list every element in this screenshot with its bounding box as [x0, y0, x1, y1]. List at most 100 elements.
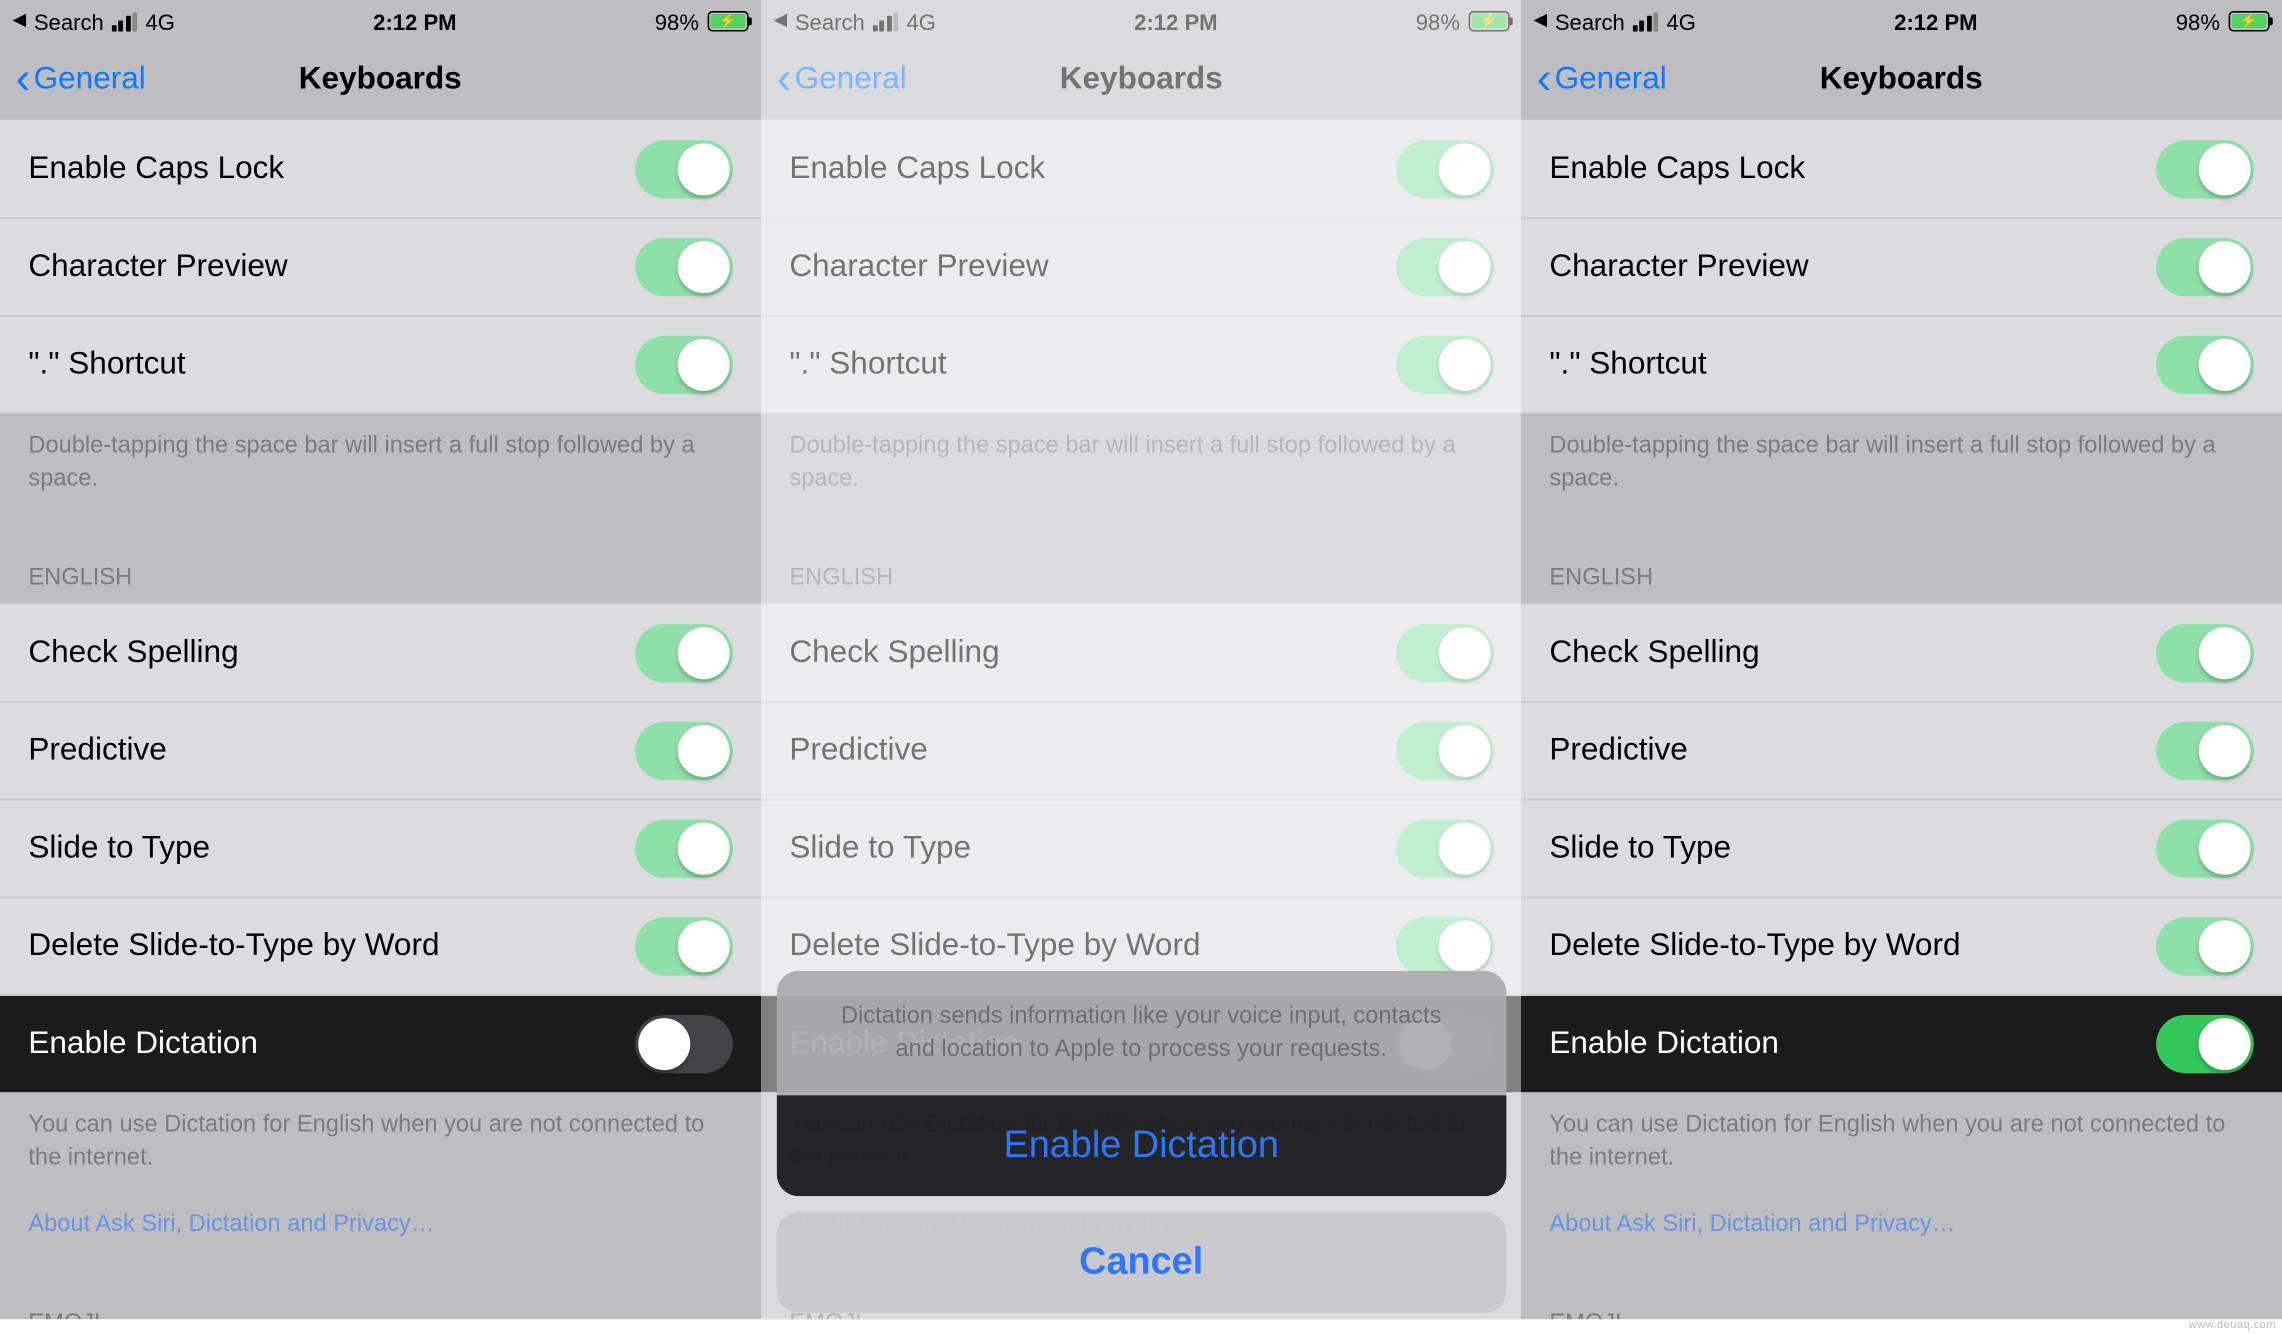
setting-label: Slide to Type: [789, 831, 971, 867]
back-to-app-label[interactable]: Search: [794, 9, 864, 34]
phone-screen: ◀ Search 4G 2:12 PM 98% ⚡ ‹ General Keyb…: [0, 0, 760, 1319]
setting-row-caps_lock[interactable]: Enable Caps Lock: [1521, 120, 2281, 218]
setting-label: Character Preview: [28, 249, 287, 285]
section-header-emoji: EMOJI: [0, 1275, 760, 1319]
setting-row-char_preview[interactable]: Character Preview: [1521, 217, 2281, 315]
status-bar: ◀ Search 4G 2:12 PM 98% ⚡: [1521, 0, 2281, 38]
page-title: Keyboards: [761, 61, 1521, 97]
battery-icon: ⚡: [1467, 11, 1508, 31]
footer-shortcut: Double-tapping the space bar will insert…: [761, 413, 1521, 530]
toggle-switch[interactable]: [634, 1015, 732, 1073]
toggle-switch[interactable]: [634, 238, 732, 296]
phone-screen: ◀ Search 4G 2:12 PM 98% ⚡ ‹ General Keyb…: [1521, 0, 2281, 1319]
signal-bars-icon: [112, 12, 138, 31]
toggle-switch[interactable]: [2156, 722, 2254, 780]
toggle-switch[interactable]: [634, 722, 732, 780]
clock: 2:12 PM: [936, 9, 1416, 34]
setting-label: Enable Caps Lock: [789, 151, 1045, 187]
setting-label: Enable Dictation: [1550, 1026, 1780, 1062]
back-to-app-icon[interactable]: ◀: [773, 13, 786, 30]
section-header-english: ENGLISH: [761, 530, 1521, 604]
setting-row-slide_to_type[interactable]: Slide to Type: [0, 799, 760, 897]
setting-row-predictive[interactable]: Predictive: [0, 701, 760, 799]
footer-shortcut: Double-tapping the space bar will insert…: [0, 413, 760, 530]
setting-row-caps_lock[interactable]: Enable Caps Lock: [761, 120, 1521, 218]
network-label: 4G: [146, 9, 175, 34]
setting-label: Check Spelling: [1550, 634, 1760, 670]
setting-row-check_spelling[interactable]: Check Spelling: [0, 604, 760, 702]
action-sheet: Dictation sends information like your vo…: [776, 970, 1505, 1319]
toggle-switch[interactable]: [1395, 917, 1493, 975]
section-header-english: ENGLISH: [0, 530, 760, 604]
setting-label: Delete Slide-to-Type by Word: [789, 928, 1200, 964]
setting-row-predictive[interactable]: Predictive: [761, 701, 1521, 799]
setting-row-char_preview[interactable]: Character Preview: [0, 217, 760, 315]
battery-icon: ⚡: [2228, 11, 2269, 31]
footer-shortcut: Double-tapping the space bar will insert…: [1521, 413, 2281, 530]
battery-percent: 98%: [655, 9, 699, 34]
setting-row-slide_to_type[interactable]: Slide to Type: [761, 799, 1521, 897]
setting-label: Enable Caps Lock: [28, 151, 284, 187]
setting-row-shortcut[interactable]: "." Shortcut: [761, 315, 1521, 413]
setting-label: Character Preview: [1550, 249, 1809, 285]
page-title: Keyboards: [1521, 61, 2281, 97]
toggle-switch[interactable]: [634, 820, 732, 878]
toggle-switch[interactable]: [2156, 238, 2254, 296]
network-label: 4G: [906, 9, 935, 34]
nav-bar: ‹ General Keyboards: [1521, 38, 2281, 120]
toggle-switch[interactable]: [2156, 336, 2254, 394]
setting-row-caps_lock[interactable]: Enable Caps Lock: [0, 120, 760, 218]
watermark: www.deuaq.com: [2189, 1319, 2276, 1331]
toggle-switch[interactable]: [1395, 238, 1493, 296]
phone-screen: ◀ Search 4G 2:12 PM 98% ⚡ ‹ General Keyb…: [761, 0, 1521, 1319]
toggle-switch[interactable]: [2156, 139, 2254, 197]
setting-row-check_spelling[interactable]: Check Spelling: [761, 604, 1521, 702]
setting-label: Check Spelling: [789, 634, 999, 670]
setting-row-delete_slide[interactable]: Delete Slide-to-Type by Word: [0, 897, 760, 995]
setting-row-delete_slide[interactable]: Delete Slide-to-Type by Word: [1521, 897, 2281, 995]
toggle-switch[interactable]: [1395, 623, 1493, 681]
setting-row-char_preview[interactable]: Character Preview: [761, 217, 1521, 315]
toggle-switch[interactable]: [634, 139, 732, 197]
action-sheet-enable-button[interactable]: Enable Dictation: [776, 1095, 1505, 1196]
toggle-switch[interactable]: [2156, 820, 2254, 878]
setting-label: Delete Slide-to-Type by Word: [1550, 928, 1961, 964]
toggle-switch[interactable]: [634, 623, 732, 681]
toggle-switch[interactable]: [634, 336, 732, 394]
toggle-switch[interactable]: [1395, 336, 1493, 394]
setting-row-check_spelling[interactable]: Check Spelling: [1521, 604, 2281, 702]
back-to-app-label[interactable]: Search: [1555, 9, 1625, 34]
footer-dictation: You can use Dictation for English when y…: [0, 1092, 760, 1275]
privacy-link[interactable]: About Ask Siri, Dictation and Privacy…: [1550, 1210, 1956, 1237]
status-bar: ◀ Search 4G 2:12 PM 98% ⚡: [0, 0, 760, 38]
footer-dictation: You can use Dictation for English when y…: [1521, 1092, 2281, 1275]
clock: 2:12 PM: [175, 9, 655, 34]
back-to-app-icon[interactable]: ◀: [1534, 13, 1547, 30]
setting-label: Predictive: [28, 733, 166, 769]
action-sheet-cancel-button[interactable]: Cancel: [776, 1212, 1505, 1313]
status-bar: ◀ Search 4G 2:12 PM 98% ⚡: [761, 0, 1521, 38]
setting-row-shortcut[interactable]: "." Shortcut: [0, 315, 760, 413]
back-to-app-icon[interactable]: ◀: [13, 13, 26, 30]
setting-label: Enable Caps Lock: [1550, 151, 1806, 187]
setting-row-enable_dictation[interactable]: Enable Dictation: [1521, 994, 2281, 1092]
toggle-switch[interactable]: [2156, 623, 2254, 681]
toggle-switch[interactable]: [634, 917, 732, 975]
toggle-switch[interactable]: [1395, 139, 1493, 197]
setting-row-shortcut[interactable]: "." Shortcut: [1521, 315, 2281, 413]
setting-label: Enable Dictation: [28, 1026, 258, 1062]
setting-label: "." Shortcut: [789, 347, 946, 383]
toggle-switch[interactable]: [2156, 917, 2254, 975]
setting-row-enable_dictation[interactable]: Enable Dictation: [0, 994, 760, 1092]
back-to-app-label[interactable]: Search: [34, 9, 104, 34]
setting-label: Check Spelling: [28, 634, 238, 670]
toggle-switch[interactable]: [2156, 1015, 2254, 1073]
privacy-link[interactable]: About Ask Siri, Dictation and Privacy…: [28, 1210, 434, 1237]
setting-row-predictive[interactable]: Predictive: [1521, 701, 2281, 799]
setting-row-slide_to_type[interactable]: Slide to Type: [1521, 799, 2281, 897]
battery-percent: 98%: [1415, 9, 1459, 34]
battery-icon: ⚡: [707, 11, 748, 31]
toggle-switch[interactable]: [1395, 820, 1493, 878]
battery-percent: 98%: [2176, 9, 2220, 34]
toggle-switch[interactable]: [1395, 722, 1493, 780]
